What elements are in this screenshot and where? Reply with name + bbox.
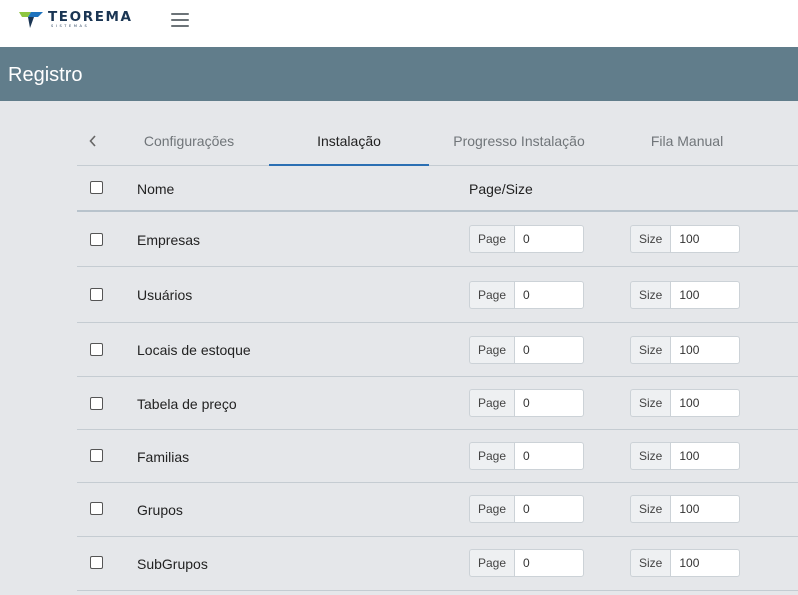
- page-input-group: Page: [469, 225, 585, 253]
- page-input-group: Page: [469, 389, 585, 417]
- row-checkbox[interactable]: [90, 556, 103, 569]
- row-checkbox[interactable]: [90, 449, 103, 462]
- page-input[interactable]: [514, 336, 585, 364]
- table-row: Familias Page Size: [77, 430, 798, 483]
- size-input-group: Size: [630, 225, 741, 253]
- table-header: Nome Page/Size: [77, 166, 798, 212]
- page-input[interactable]: [514, 442, 585, 470]
- column-header-name: Nome: [137, 181, 175, 197]
- table-row: SubGrupos Page Size: [77, 537, 798, 591]
- page-input[interactable]: [514, 549, 585, 577]
- chevron-left-icon: [89, 135, 96, 147]
- size-label: Size: [630, 549, 671, 577]
- tab-bar: Configurações Instalação Progresso Insta…: [77, 114, 798, 166]
- page-label: Page: [469, 549, 515, 577]
- size-input[interactable]: [670, 495, 741, 523]
- size-input-group: Size: [630, 281, 741, 309]
- size-input[interactable]: [670, 281, 741, 309]
- size-input[interactable]: [670, 389, 741, 417]
- size-input-group: Size: [630, 389, 741, 417]
- table-row: Tabela de preço Page Size: [77, 377, 798, 430]
- main-content: Configurações Instalação Progresso Insta…: [77, 114, 798, 595]
- page-input-group: Page: [469, 549, 585, 577]
- row-name: Familias: [137, 449, 190, 465]
- tab-fila-manual[interactable]: Fila Manual: [609, 114, 765, 166]
- hamburger-icon[interactable]: [169, 11, 191, 29]
- page-label: Page: [469, 225, 515, 253]
- table-row: Grupos Page Size: [77, 483, 798, 537]
- size-label: Size: [630, 225, 671, 253]
- tab-configuracoes[interactable]: Configurações: [109, 114, 269, 166]
- size-label: Size: [630, 336, 671, 364]
- size-input-group: Size: [630, 495, 741, 523]
- page-input-group: Page: [469, 442, 585, 470]
- row-name: Empresas: [137, 232, 201, 248]
- size-input[interactable]: [670, 336, 741, 364]
- select-all-checkbox[interactable]: [90, 181, 103, 194]
- size-input[interactable]: [670, 549, 741, 577]
- size-input-group: Size: [630, 442, 741, 470]
- row-checkbox[interactable]: [90, 233, 103, 246]
- row-checkbox[interactable]: [90, 343, 103, 356]
- table-row: Locais de estoque Page Size: [77, 323, 798, 377]
- page-title: Registro: [8, 64, 83, 86]
- top-bar: TEOREMA SISTEMAS: [0, 0, 798, 47]
- page-input-group: Page: [469, 281, 585, 309]
- size-input-group: Size: [630, 549, 741, 577]
- page-label: Page: [469, 281, 515, 309]
- page-input[interactable]: [514, 225, 585, 253]
- row-name: Usuários: [137, 287, 193, 303]
- column-header-page-size: Page/Size: [469, 181, 533, 197]
- row-checkbox[interactable]: [90, 502, 103, 515]
- page-input[interactable]: [514, 389, 585, 417]
- page-input-group: Page: [469, 495, 585, 523]
- size-label: Size: [630, 442, 671, 470]
- size-label: Size: [630, 389, 671, 417]
- row-checkbox[interactable]: [90, 288, 103, 301]
- size-label: Size: [630, 495, 671, 523]
- size-input[interactable]: [670, 442, 741, 470]
- size-input-group: Size: [630, 336, 741, 364]
- page-input[interactable]: [514, 495, 585, 523]
- page-label: Page: [469, 389, 515, 417]
- table-row: Usuários Page Size: [77, 267, 798, 323]
- page-label: Page: [469, 495, 515, 523]
- page-header: Registro: [0, 47, 798, 101]
- row-name: Locais de estoque: [137, 342, 251, 358]
- page-label: Page: [469, 442, 515, 470]
- row-name: SubGrupos: [137, 556, 208, 572]
- teorema-logo[interactable]: TEOREMA SISTEMAS: [19, 9, 144, 31]
- size-label: Size: [630, 281, 671, 309]
- tab-scroll-left-button[interactable]: [77, 114, 109, 166]
- tab-instalacao[interactable]: Instalação: [269, 114, 429, 166]
- row-name: Tabela de preço: [137, 396, 237, 412]
- row-name: Grupos: [137, 502, 183, 518]
- logo-text: TEOREMA: [48, 9, 133, 25]
- page-input-group: Page: [469, 336, 585, 364]
- tab-progresso-instalacao[interactable]: Progresso Instalação: [429, 114, 609, 166]
- teorema-logo-icon: [19, 12, 43, 28]
- size-input[interactable]: [670, 225, 741, 253]
- row-checkbox[interactable]: [90, 397, 103, 410]
- page-input[interactable]: [514, 281, 585, 309]
- logo-subtitle: SISTEMAS: [51, 24, 90, 28]
- page-label: Page: [469, 336, 515, 364]
- table-row: Empresas Page Size: [77, 212, 798, 267]
